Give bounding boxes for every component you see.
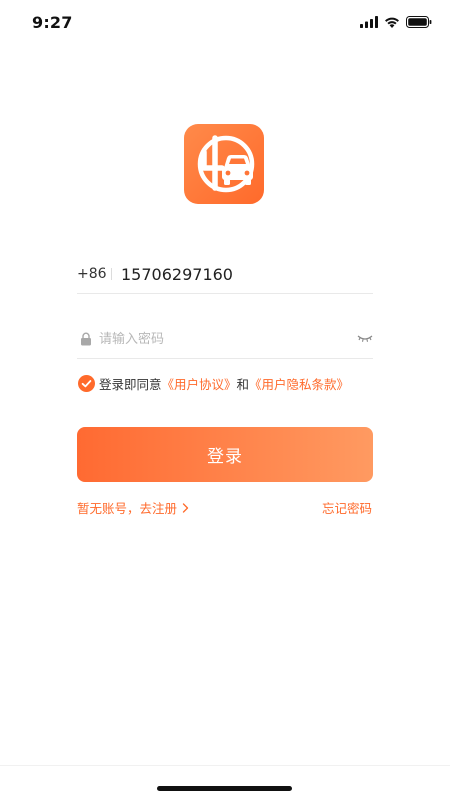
status-bar: 9:27 [0, 0, 450, 44]
register-link[interactable]: 暂无账号，去注册 [77, 498, 189, 517]
status-icons [360, 16, 432, 28]
phone-input[interactable] [121, 261, 371, 287]
agreement-conjunction: 和 [236, 377, 250, 392]
country-code-selector[interactable]: +86 [77, 266, 107, 282]
home-indicator[interactable] [157, 786, 292, 791]
chevron-right-icon [182, 502, 189, 513]
bottom-divider [0, 765, 450, 766]
password-field [77, 319, 373, 359]
privacy-policy-link[interactable]: 《用户隐私条款》 [249, 374, 349, 393]
login-button[interactable]: 登录 [77, 427, 373, 482]
agreement-row: 登录即同意 《用户协议》 和 《用户隐私条款》 [78, 374, 349, 393]
battery-icon [406, 16, 432, 28]
eye-closed-icon[interactable] [357, 332, 373, 344]
forgot-password-link[interactable]: 忘记密码 [322, 498, 372, 517]
wifi-icon [385, 17, 399, 28]
divider [111, 268, 112, 280]
agreement-checkbox[interactable] [78, 375, 95, 392]
app-logo [184, 124, 264, 204]
register-link-label: 暂无账号，去注册 [77, 501, 178, 516]
phone-field: +86 [77, 254, 373, 294]
login-page: 9:27 +86 15706297160 登录即同意 《用户协议》 和 《用户隐… [0, 0, 450, 800]
user-agreement-link[interactable]: 《用户协议》 [162, 374, 237, 393]
status-time: 9:27 [32, 13, 73, 32]
cellular-signal-icon [360, 16, 378, 28]
agreement-prefix: 登录即同意 [99, 377, 162, 392]
lock-icon [81, 332, 91, 346]
password-input[interactable] [99, 327, 339, 351]
app-logo-4-car-icon [197, 135, 255, 193]
